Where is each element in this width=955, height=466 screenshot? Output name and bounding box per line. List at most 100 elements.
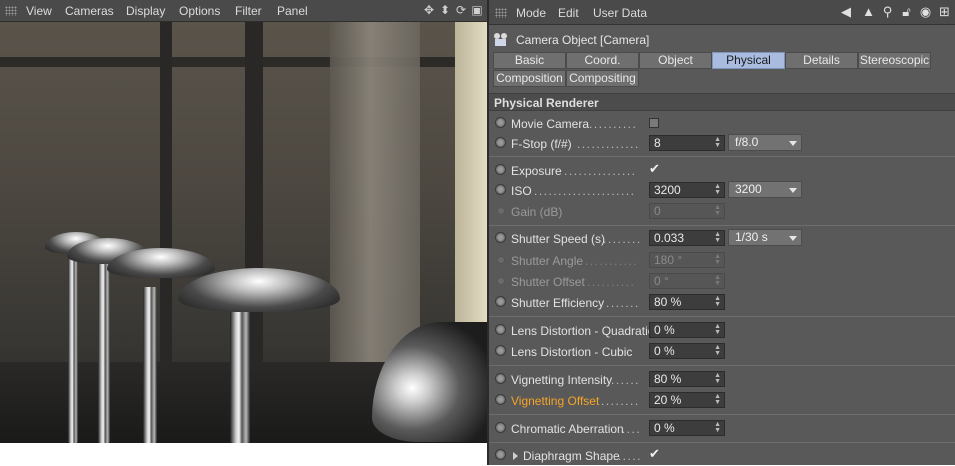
- label-movie-camera: Movie Camera: [511, 117, 590, 131]
- gain-field: 0 ▲ ▼: [649, 203, 725, 219]
- movie-camera-checkbox[interactable]: [649, 118, 659, 128]
- menu-user-data[interactable]: User Data: [593, 6, 647, 20]
- menu-edit[interactable]: Edit: [558, 6, 579, 20]
- menu-panel[interactable]: Panel: [277, 4, 308, 18]
- animate-radio: [497, 256, 505, 264]
- menu-mode[interactable]: Mode: [516, 6, 546, 20]
- row-chromatic-aberration: Chromatic Aberration ..... 0 % ▲ ▼: [489, 419, 955, 439]
- shutter-efficiency-field[interactable]: 80 % ▲ ▼: [649, 294, 725, 310]
- target-icon[interactable]: ◉: [918, 4, 933, 20]
- panel-grip-icon[interactable]: [495, 8, 507, 18]
- animate-radio[interactable]: [495, 422, 506, 433]
- section-header[interactable]: Physical Renderer: [489, 93, 955, 111]
- chrome-stem: [143, 287, 157, 443]
- search-icon[interactable]: ⚲: [880, 4, 895, 20]
- shutter-speed-field[interactable]: 0.033 ▲ ▼: [649, 230, 725, 246]
- group-separator: [489, 225, 955, 226]
- leader-dots: .....: [617, 422, 642, 436]
- panel-grip-icon[interactable]: [5, 6, 17, 16]
- leader-dots: ..........: [589, 117, 638, 131]
- menu-cameras[interactable]: Cameras: [65, 4, 114, 18]
- object-title: Camera Object [Camera]: [516, 33, 650, 47]
- group-separator: [489, 156, 955, 157]
- animate-radio[interactable]: [495, 394, 506, 405]
- fstop-dropdown[interactable]: f/8.0: [728, 134, 802, 151]
- object-title-bar: Camera Object [Camera]: [493, 31, 649, 49]
- cursor-arrow-icon[interactable]: ▲: [861, 4, 876, 20]
- animate-radio[interactable]: [495, 373, 506, 384]
- label-shutter-angle: Shutter Angle: [511, 254, 584, 268]
- iso-dropdown[interactable]: 3200: [728, 181, 802, 198]
- animate-radio[interactable]: [495, 296, 506, 307]
- shutter-speed-dropdown[interactable]: 1/30 s: [728, 229, 802, 246]
- layout-icon[interactable]: ▣: [471, 3, 483, 17]
- label-shutter-efficiency: Shutter Efficiency: [511, 296, 605, 310]
- lens-cubic-field[interactable]: 0 % ▲ ▼: [649, 343, 725, 359]
- exposure-checkbox[interactable]: ✔: [649, 162, 660, 175]
- attribute-menubar: Mode Edit User Data ◀ ▲ ⚲ 🔓︎ ◉ ⊞: [489, 0, 955, 25]
- tab-details[interactable]: Details: [785, 52, 858, 69]
- row-gain: Gain (dB) 0 ▲ ▼: [489, 202, 955, 222]
- animate-radio[interactable]: [495, 117, 506, 128]
- vignetting-offset-field[interactable]: 20 % ▲ ▼: [649, 392, 725, 408]
- tab-basic[interactable]: Basic: [493, 52, 566, 69]
- label-fstop: F-Stop (f/#): [511, 137, 572, 151]
- tab-stereoscopic[interactable]: Stereoscopic: [858, 52, 931, 69]
- leader-dots: ...............: [564, 164, 637, 178]
- row-diaphragm-shape: Diaphragm Shape ...... ✔: [489, 446, 955, 466]
- leader-dots: .............: [577, 137, 640, 151]
- animate-radio[interactable]: [495, 184, 506, 195]
- tab-physical[interactable]: Physical: [712, 52, 785, 69]
- tab-compositing[interactable]: Compositing: [566, 70, 639, 87]
- animate-radio[interactable]: [495, 345, 506, 356]
- tab-coord[interactable]: Coord.: [566, 52, 639, 69]
- tab-composition[interactable]: Composition: [493, 70, 566, 87]
- leader-dots: ........: [601, 394, 640, 408]
- shutter-offset-field: 0 ° ▲ ▼: [649, 273, 725, 289]
- chrome-stem: [68, 247, 78, 443]
- animate-radio[interactable]: [495, 449, 506, 460]
- attribute-manager: Mode Edit User Data ◀ ▲ ⚲ 🔓︎ ◉ ⊞ Camera …: [489, 0, 955, 465]
- animate-radio[interactable]: [495, 137, 506, 148]
- move-icon[interactable]: ✥: [423, 3, 435, 17]
- row-shutter-offset: Shutter Offset .......... 0 ° ▲ ▼: [489, 272, 955, 292]
- expand-triangle-icon[interactable]: [513, 452, 518, 460]
- animate-radio: [497, 277, 505, 285]
- lock-icon[interactable]: 🔓︎: [899, 4, 914, 20]
- diaphragm-shape-checkbox[interactable]: ✔: [649, 447, 660, 460]
- group-separator: [489, 365, 955, 366]
- down-arrow-icon[interactable]: ⬍: [439, 3, 451, 17]
- menu-options[interactable]: Options: [179, 4, 220, 18]
- lens-quadratic-field[interactable]: 0 % ▲ ▼: [649, 322, 725, 338]
- viewport-menubar: View Cameras Display Options Filter Pane…: [0, 0, 487, 22]
- render-view[interactable]: [0, 22, 487, 443]
- leader-dots: ......: [613, 449, 643, 463]
- tab-object[interactable]: Object: [639, 52, 712, 69]
- menu-filter[interactable]: Filter: [235, 4, 262, 18]
- label-lens-cubic: Lens Distortion - Cubic: [511, 345, 633, 359]
- animate-radio[interactable]: [495, 232, 506, 243]
- row-shutter-angle: Shutter Angle ........... 180 ° ▲ ▼: [489, 251, 955, 271]
- menu-display[interactable]: Display: [126, 4, 165, 18]
- new-panel-icon[interactable]: ⊞: [937, 4, 952, 20]
- row-fstop: F-Stop (f/#) ............. 8 ▲ ▼ f/8.0: [489, 134, 955, 154]
- label-iso: ISO: [511, 184, 532, 198]
- chrome-stem: [230, 310, 250, 443]
- animate-radio[interactable]: [495, 324, 506, 335]
- rotate-icon[interactable]: ⟳: [455, 3, 467, 17]
- row-movie-camera: Movie Camera ..........: [489, 114, 955, 134]
- iso-field[interactable]: 3200 ▲ ▼: [649, 182, 725, 198]
- label-shutter-offset: Shutter Offset: [511, 275, 585, 289]
- fstop-field[interactable]: 8 ▲ ▼: [649, 135, 725, 151]
- label-diaphragm-shape: Diaphragm Shape: [523, 449, 620, 463]
- menu-view[interactable]: View: [26, 4, 52, 18]
- leader-dots: ..........: [587, 275, 636, 289]
- row-iso: ISO ..................... 3200 ▲ ▼ 3200: [489, 181, 955, 201]
- back-arrow-icon[interactable]: ◀: [835, 4, 857, 20]
- animate-radio[interactable]: [495, 164, 506, 175]
- vignetting-intensity-field[interactable]: 80 % ▲ ▼: [649, 371, 725, 387]
- label-vignetting-offset: Vignetting Offset: [511, 394, 600, 408]
- viewport-panel: View Cameras Display Options Filter Pane…: [0, 0, 487, 465]
- label-vignetting-intensity: Vignetting Intensity: [511, 373, 613, 387]
- chromatic-aberration-field[interactable]: 0 % ▲ ▼: [649, 420, 725, 436]
